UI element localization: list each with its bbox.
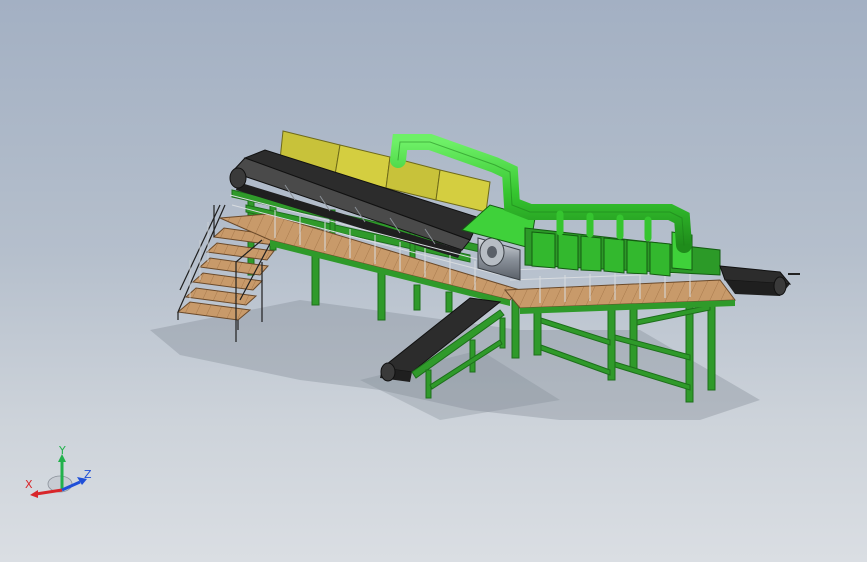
x-axis-arrow-icon	[35, 488, 63, 496]
x-axis-arrowhead-icon	[30, 490, 38, 498]
screening-drum[interactable]	[477, 237, 521, 281]
coordinate-triad: X Y Z	[25, 446, 92, 498]
z-axis-label: Z	[84, 468, 92, 481]
outfeed-belt-conveyor[interactable]	[719, 265, 800, 296]
model-viewport[interactable]: X Y Z	[0, 0, 867, 562]
conveyor-assembly-model[interactable]	[0, 0, 867, 562]
y-axis-label: Y	[58, 446, 66, 457]
x-axis-label: X	[25, 478, 33, 491]
